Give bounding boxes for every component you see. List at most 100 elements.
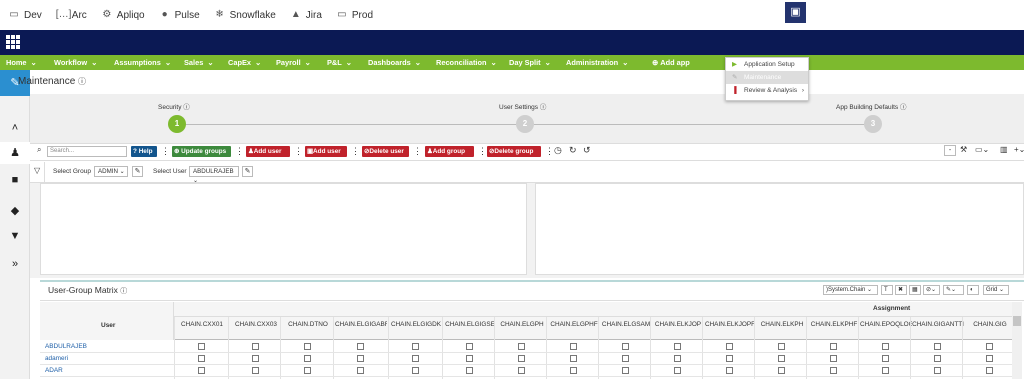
dropdown-item-review-analysis[interactable]: ▐ Review & Analysis › <box>726 84 808 97</box>
assignment-checkbox[interactable] <box>934 355 941 362</box>
scrollbar-thumb[interactable] <box>1013 316 1021 326</box>
view-select[interactable]: Grid ⌄ <box>983 285 1009 295</box>
assignment-checkbox[interactable] <box>674 367 681 374</box>
assignment-checkbox[interactable] <box>198 355 205 362</box>
assignment-checkbox[interactable] <box>830 343 837 350</box>
column-header[interactable]: CHAIN.ELKJOP <box>652 321 704 328</box>
assignment-checkbox[interactable] <box>252 343 259 350</box>
add-user-button[interactable]: ♟Add user <box>246 146 290 157</box>
column-header[interactable]: CHAIN.ELKPHF <box>808 321 860 328</box>
info-icon[interactable]: ⓘ <box>120 288 127 295</box>
assignment-checkbox[interactable] <box>882 367 889 374</box>
menu-item-day-split[interactable]: Day Split ⌄ <box>509 58 551 67</box>
assignment-checkbox[interactable] <box>986 367 993 374</box>
assignment-checkbox[interactable] <box>986 355 993 362</box>
clock-icon[interactable]: ◷ <box>554 145 562 156</box>
more-icon[interactable]: ⋮ <box>413 146 422 157</box>
bookmark-pulse[interactable]: ● Pulse <box>159 10 200 21</box>
assignment-checkbox[interactable] <box>518 355 525 362</box>
bookmark-apliqo[interactable]: ⚙ Apliqo <box>101 10 144 21</box>
cube-icon[interactable]: ◈⌄ <box>817 0 830 25</box>
row-user-name[interactable]: ADAR <box>45 367 63 374</box>
assignment-checkbox[interactable] <box>986 343 993 350</box>
more-icon[interactable]: ⋮ <box>294 146 303 157</box>
refresh-icon[interactable]: ↻ <box>569 145 577 156</box>
assignment-checkbox[interactable] <box>778 355 785 362</box>
assignment-checkbox[interactable] <box>778 343 785 350</box>
menu-item-dashboards[interactable]: Dashboards ⌄ <box>368 58 421 67</box>
assignment-checkbox[interactable] <box>412 343 419 350</box>
bookmark-snowflake[interactable]: ❄ Snowflake <box>214 10 275 21</box>
assignment-checkbox[interactable] <box>934 343 941 350</box>
more-icon[interactable]: ⋮ <box>161 146 170 157</box>
monitor-icon[interactable]: ▭⌄ <box>975 145 989 154</box>
assignment-checkbox[interactable] <box>882 343 889 350</box>
assignment-checkbox[interactable] <box>934 367 941 374</box>
assignment-checkbox[interactable] <box>622 343 629 350</box>
edit-group-icon[interactable]: ✎ <box>132 166 143 177</box>
assignment-checkbox[interactable] <box>357 367 364 374</box>
edit-user-icon[interactable]: ✎ <box>242 166 253 177</box>
menu-item-payroll[interactable]: Payroll ⌄ <box>276 58 311 67</box>
assignment-checkbox[interactable] <box>357 343 364 350</box>
column-header[interactable]: CHAIN.ELGSAM <box>600 321 652 328</box>
assignment-checkbox[interactable] <box>518 367 525 374</box>
edit-menu-icon[interactable]: ✎⌄ <box>943 285 964 295</box>
assignment-checkbox[interactable] <box>304 343 311 350</box>
palette-icon[interactable]: ◐ <box>967 285 979 295</box>
assignment-checkbox[interactable] <box>570 367 577 374</box>
assignment-checkbox[interactable] <box>518 343 525 350</box>
minimize-icon[interactable]: - <box>944 145 956 156</box>
assignment-checkbox[interactable] <box>830 355 837 362</box>
menu-item-administration[interactable]: Administration ⌄ <box>566 58 628 67</box>
dropdown-item-application-setup[interactable]: ▶ Application Setup <box>726 58 808 71</box>
columns-icon[interactable]: ▥ <box>1000 145 1008 154</box>
dropdown-item-maintenance[interactable]: ✎ Maintenance <box>726 71 808 84</box>
column-header[interactable]: CHAIN.ELGPHF <box>548 321 600 328</box>
row-user-name[interactable]: ABDULRAJEB <box>45 343 87 350</box>
assignment-checkbox[interactable] <box>622 355 629 362</box>
add-user-button-2[interactable]: ▣Add user <box>305 146 347 157</box>
wrench-icon[interactable]: ⚒ <box>960 145 967 154</box>
assignment-checkbox[interactable] <box>198 343 205 350</box>
menu-item-capex[interactable]: CapEx ⌄ <box>228 58 261 67</box>
assignment-checkbox[interactable] <box>466 367 473 374</box>
step-3-circle[interactable]: 3 <box>864 115 882 133</box>
assignment-checkbox[interactable] <box>252 355 259 362</box>
assignment-checkbox[interactable] <box>570 355 577 362</box>
delete-group-button[interactable]: ⊘Delete group <box>487 146 541 157</box>
undo-icon[interactable]: ↺ <box>583 145 591 156</box>
column-header[interactable]: CHAIN.ELGIGDK <box>390 321 442 328</box>
assignment-checkbox[interactable] <box>198 367 205 374</box>
block-icon[interactable]: ⊘⌄ <box>923 285 940 295</box>
column-header[interactable]: CHAIN.EPOQLOG <box>860 321 912 328</box>
dimension-select[interactable]: )System.Chain ⌄ <box>823 285 878 295</box>
more-icon[interactable]: ⋮ <box>545 146 554 157</box>
assignment-checkbox[interactable] <box>830 367 837 374</box>
group-select[interactable]: ADMIN ⌄ <box>94 166 128 177</box>
menu-item-reconciliation[interactable]: Reconciliation ⌄ <box>436 58 497 67</box>
settings-icon[interactable]: ⚙⌄ <box>967 0 981 25</box>
assignment-checkbox[interactable] <box>304 355 311 362</box>
discard-button[interactable]: ✖ Discard <box>869 0 908 25</box>
collapse-icon[interactable]: ✖ <box>895 285 907 295</box>
menu-item-p-l[interactable]: P&L ⌄ <box>327 58 352 67</box>
step-1-circle[interactable]: 1 <box>168 115 186 133</box>
star-icon[interactable]: ★⌄ <box>941 0 955 25</box>
assignment-checkbox[interactable] <box>466 343 473 350</box>
column-header[interactable]: CHAIN.ELKJOPF <box>704 321 756 328</box>
menu-item-workflow[interactable]: Workflow ⌄ <box>54 58 97 67</box>
add-group-button[interactable]: ♟Add group <box>425 146 474 157</box>
column-header[interactable]: CHAIN.ELKPH <box>756 321 808 328</box>
column-header[interactable]: CHAIN.CXX01 <box>176 321 228 328</box>
delete-user-button[interactable]: ⊘Delete user <box>362 146 409 157</box>
bookmark-jira[interactable]: ▲ Jira <box>290 10 322 21</box>
assignment-checkbox[interactable] <box>882 355 889 362</box>
info-icon[interactable]: ⓘ <box>78 77 86 86</box>
calculator-icon[interactable]: ▦ <box>909 285 921 295</box>
column-header[interactable]: CHAIN.DTNO <box>282 321 334 328</box>
expand-icon[interactable]: » <box>0 258 30 270</box>
row-user-name[interactable]: adameri <box>45 355 68 362</box>
menu-item-home[interactable]: Home ⌄ <box>6 58 37 67</box>
assignment-checkbox[interactable] <box>412 367 419 374</box>
